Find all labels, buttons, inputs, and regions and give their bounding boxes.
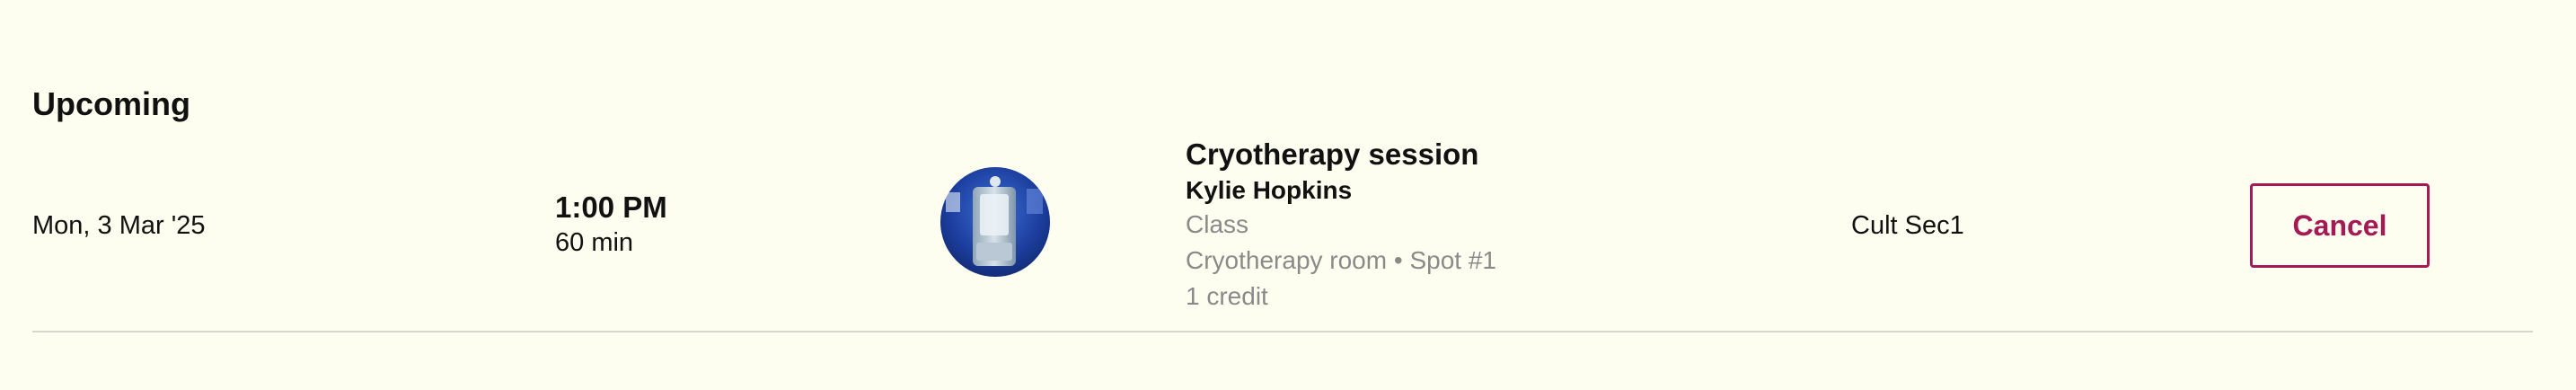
- room-spot: Cryotherapy room • Spot #1: [1186, 246, 1496, 274]
- section-title: Upcoming: [32, 85, 190, 122]
- booking-time-block: 1:00 PM 60 min: [555, 189, 667, 259]
- credit-cost: 1 credit: [1186, 282, 1268, 310]
- booking-duration: 60 min: [555, 228, 634, 257]
- cancel-button[interactable]: Cancel: [2250, 183, 2430, 268]
- booking-time: 1:00 PM: [555, 191, 667, 224]
- class-details: Cryotherapy session Kylie Hopkins Class …: [1186, 135, 1496, 315]
- class-type: Class: [1186, 210, 1249, 238]
- booking-date: Mon, 3 Mar '25: [32, 211, 206, 240]
- location-name: Cult Sec1: [1851, 211, 1964, 240]
- class-thumbnail-image: [940, 167, 1050, 277]
- booking-row: Mon, 3 Mar '25 1:00 PM 60 min Cryotherap…: [32, 135, 2533, 332]
- instructor-name: Kylie Hopkins: [1186, 176, 1353, 204]
- class-name: Cryotherapy session: [1186, 137, 1479, 171]
